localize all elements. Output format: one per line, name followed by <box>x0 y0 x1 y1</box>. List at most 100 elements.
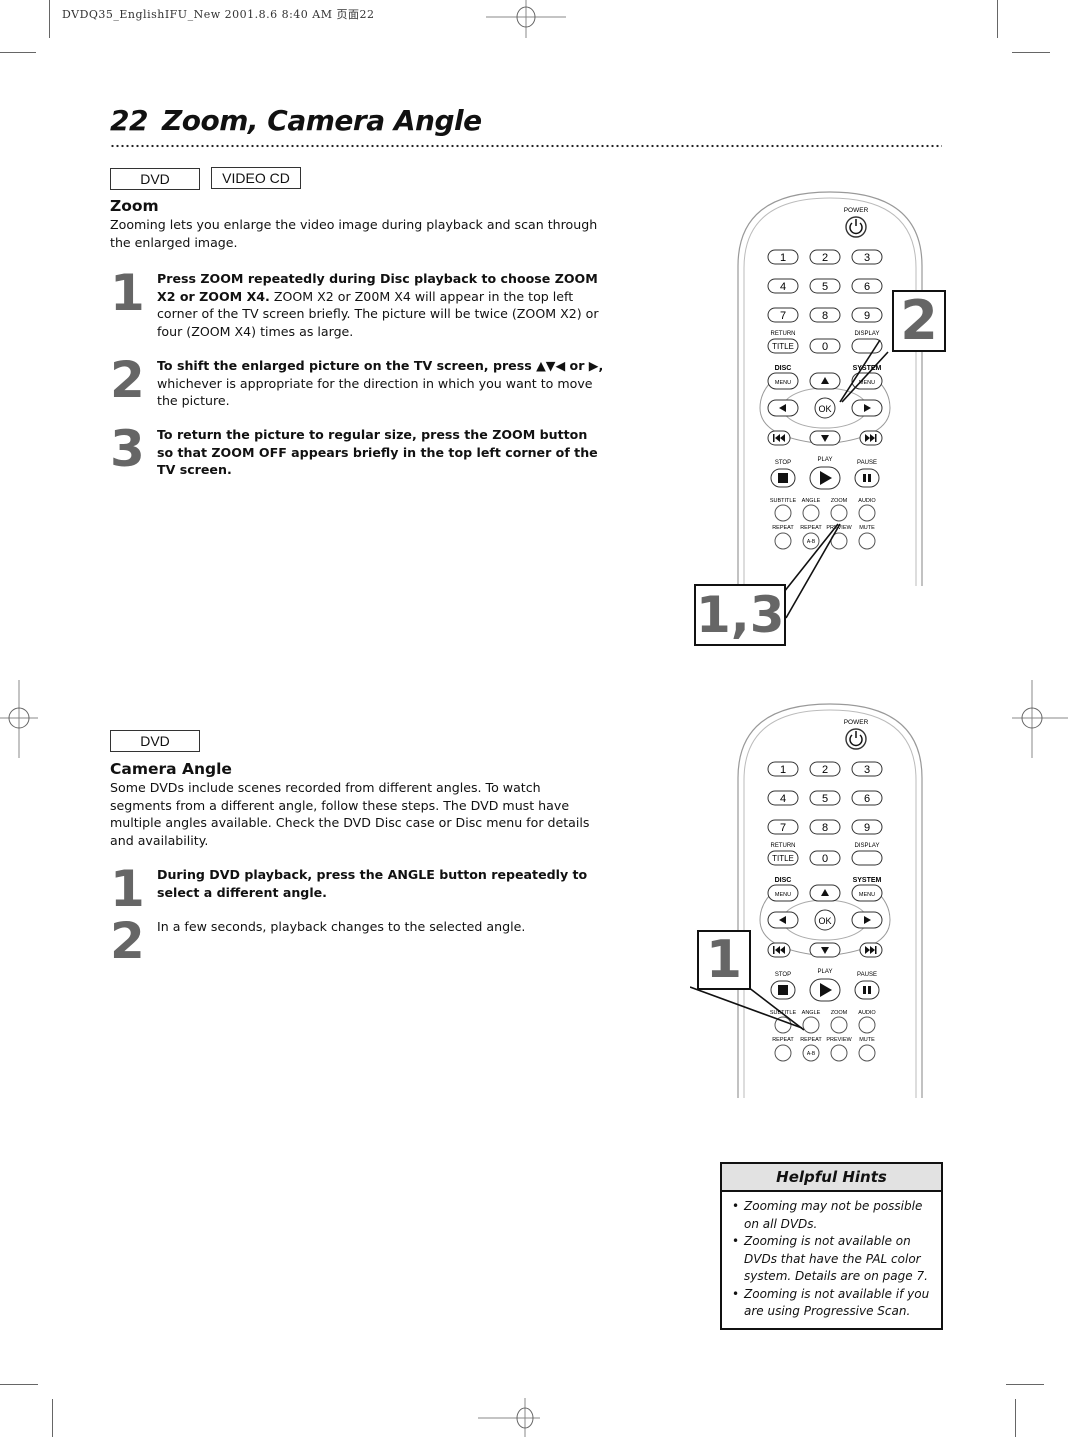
hints-list: Zooming may not be possible on all DVDs.… <box>722 1192 941 1321</box>
digit-3-button[interactable]: 3 <box>851 761 883 777</box>
format-badge-dvd: DVD <box>110 168 200 190</box>
step-number: 1 <box>110 860 145 918</box>
registration-mark-bottom <box>478 1398 540 1437</box>
svg-text:OK: OK <box>818 916 831 926</box>
svg-text:3: 3 <box>864 252 870 264</box>
repeat-ab-button[interactable]: A-B <box>802 1044 820 1062</box>
digit-3-button[interactable]: 3 <box>851 249 883 265</box>
digit-4-button[interactable]: 4 <box>767 790 799 806</box>
up-arrow-button[interactable] <box>809 884 841 902</box>
camera-angle-intro: Some DVDs include scenes recorded from d… <box>110 780 590 848</box>
display-label: DISPLAY <box>855 843 880 849</box>
format-badge-dvd: DVD <box>110 730 200 752</box>
left-arrow-button[interactable] <box>767 911 799 929</box>
button-label: AUDIO <box>858 1010 876 1016</box>
digit-1-button[interactable]: 1 <box>767 249 799 265</box>
registration-mark-top <box>486 0 566 38</box>
dotted-rule <box>110 144 942 148</box>
svg-text:0: 0 <box>822 853 828 865</box>
svg-text:3: 3 <box>864 764 870 776</box>
audio-button[interactable] <box>858 1016 876 1034</box>
step-text: In a few seconds, playback changes to th… <box>157 919 526 934</box>
hint-item: Zooming is not available if you are usin… <box>732 1286 935 1321</box>
zoom-step-2: 2 To shift the enlarged picture on the T… <box>110 351 605 412</box>
digit-2-button[interactable]: 2 <box>809 249 841 265</box>
right-arrow-button[interactable] <box>851 911 883 929</box>
step-number: 3 <box>110 420 145 478</box>
down-arrow-button[interactable] <box>809 942 841 958</box>
previous-button[interactable] <box>767 942 791 958</box>
page-title-text: Zoom, Camera Angle <box>161 104 482 137</box>
zoom-step-1: 1 Press ZOOM repeatedly during Disc play… <box>110 264 605 340</box>
button-label: MUTE <box>859 1037 875 1043</box>
svg-text:1: 1 <box>780 764 786 776</box>
registration-mark-right <box>1012 680 1068 758</box>
crop-mark <box>1006 1384 1044 1385</box>
digit-9-button[interactable]: 9 <box>851 819 883 835</box>
crop-mark <box>0 52 36 53</box>
disc-menu-button[interactable]: MENU <box>767 884 799 902</box>
remote-angle: POWER 1 2 3 4 5 6 7 8 9 0 RETURN DISPLAY TITLE DI… <box>730 698 930 1102</box>
step-text: To shift the enlarged picture on the TV … <box>157 358 604 408</box>
callout-step-1-3: 1,3 <box>694 584 786 646</box>
page-number: 22 <box>110 104 148 137</box>
svg-text:2: 2 <box>822 252 828 264</box>
digit-2-button[interactable]: 2 <box>809 761 841 777</box>
hint-item: Zooming may not be possible on all DVDs. <box>732 1198 935 1233</box>
preview-button[interactable] <box>830 1044 848 1062</box>
return-label: RETURN <box>771 843 796 849</box>
helpful-hints-title: Helpful Hints <box>722 1164 941 1192</box>
step-text: Press ZOOM repeatedly during Disc playba… <box>157 271 599 339</box>
zoom-intro: Zooming lets you enlarge the video image… <box>110 217 598 250</box>
svg-text:TITLE: TITLE <box>772 854 794 863</box>
zoom-heading: Zoom <box>110 197 159 215</box>
crop-mark <box>1015 1399 1016 1437</box>
digit-7-button[interactable]: 7 <box>767 819 799 835</box>
next-button[interactable] <box>859 942 883 958</box>
power-label: POWER <box>844 207 869 214</box>
callout-step-1: 1 <box>697 930 751 990</box>
power-label: POWER <box>844 719 869 726</box>
digit-8-button[interactable]: 8 <box>809 819 841 835</box>
svg-text:1: 1 <box>780 252 786 264</box>
angle-step-2: 2 In a few seconds, playback changes to … <box>110 912 605 970</box>
display-button[interactable] <box>851 850 883 866</box>
svg-text:4: 4 <box>780 793 786 805</box>
button-label: ZOOM <box>831 1010 848 1016</box>
mute-button[interactable] <box>858 1044 876 1062</box>
page-title: 22 Zoom, Camera Angle <box>110 104 482 137</box>
digit-0-button[interactable]: 0 <box>809 850 841 866</box>
print-header: DVDQ35_EnglishIFU_New 2001.8.6 8:40 AM 页… <box>62 8 375 21</box>
step-number: 2 <box>110 912 145 970</box>
angle-step-1: 1 During DVD playback, press the ANGLE b… <box>110 860 605 918</box>
power-button[interactable] <box>845 728 867 750</box>
pause-button[interactable] <box>854 980 880 1000</box>
svg-text:6: 6 <box>864 793 870 805</box>
callout-step-2: 2 <box>892 290 946 352</box>
ok-button[interactable]: OK <box>814 909 836 931</box>
svg-text:2: 2 <box>822 764 828 776</box>
digit-6-button[interactable]: 6 <box>851 790 883 806</box>
zoom-button[interactable] <box>830 1016 848 1034</box>
digit-5-button[interactable]: 5 <box>809 790 841 806</box>
title-button[interactable]: TITLE <box>767 850 799 866</box>
button-label: PREVIEW <box>826 1037 852 1043</box>
hint-item: Zooming is not available on DVDs that ha… <box>732 1233 935 1286</box>
step-number: 1 <box>110 264 145 322</box>
crop-mark <box>52 1399 53 1437</box>
digit-1-button[interactable]: 1 <box>767 761 799 777</box>
svg-text:8: 8 <box>822 822 828 834</box>
crop-mark <box>997 0 998 38</box>
svg-text:5: 5 <box>822 793 828 805</box>
system-menu-button[interactable]: MENU <box>851 884 883 902</box>
helpful-hints-box: Helpful Hints Zooming may not be possibl… <box>720 1162 943 1330</box>
registration-mark-left <box>0 680 38 758</box>
power-button[interactable] <box>845 216 867 238</box>
repeat-button[interactable] <box>774 1044 792 1062</box>
crop-mark <box>49 0 50 38</box>
step-number: 2 <box>110 351 145 409</box>
step-text: To return the picture to regular size, p… <box>157 427 598 477</box>
crop-mark <box>1012 52 1050 53</box>
disc-label: DISC <box>775 877 792 884</box>
svg-text:MENU: MENU <box>775 892 791 898</box>
